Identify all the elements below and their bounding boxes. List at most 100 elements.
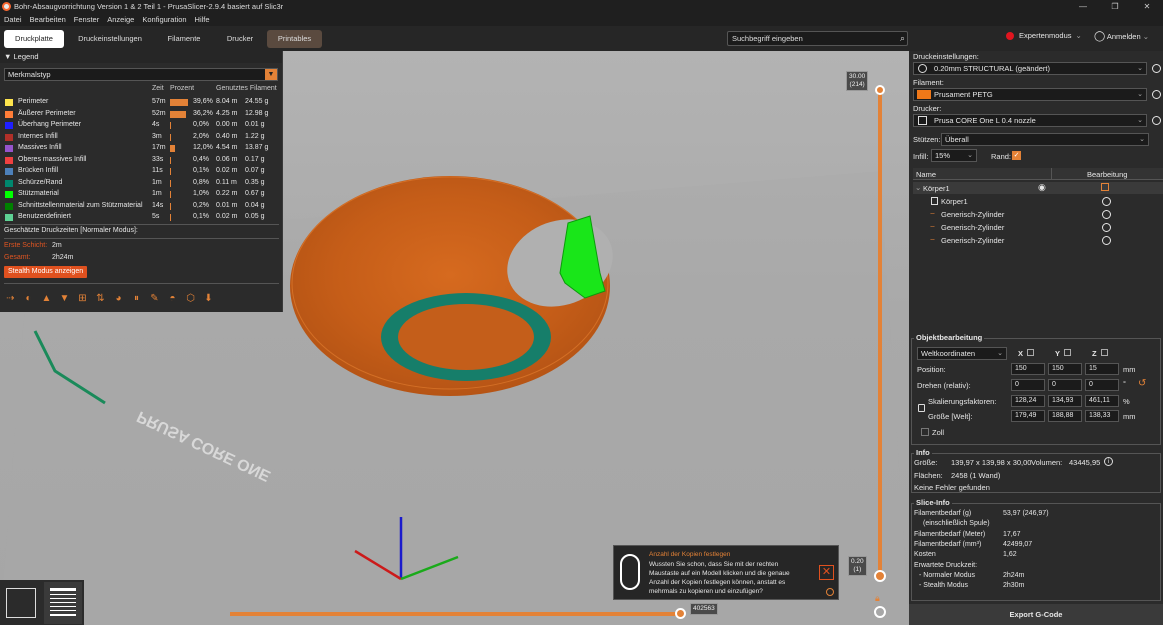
filament-color-swatch[interactable] <box>917 90 931 99</box>
rotate-y-input[interactable]: 0 <box>1048 379 1082 391</box>
print-settings-gear-icon[interactable] <box>1152 64 1161 73</box>
printer-select[interactable]: Prusa CORE One L 0.4 nozzle ⌄ <box>913 114 1147 127</box>
legend-row[interactable]: Massives Infill 17m 12,0% 4.54 m 13.87 g <box>0 143 283 154</box>
tool-marker-icon[interactable]: ⬇ <box>202 292 215 305</box>
hint-close-icon[interactable]: ✕ <box>819 565 834 580</box>
search-icon[interactable]: ⌕ <box>900 32 905 45</box>
modifier-row[interactable]: ⌣ Generisch-Zylinder <box>913 234 1163 247</box>
part-settings-icon[interactable] <box>1102 197 1111 206</box>
center-of-gravity-icon[interactable]: ◓ <box>166 292 179 305</box>
view-type-select[interactable]: Merkmalstyp ▼ <box>4 68 278 81</box>
mode-selector[interactable]: Expertenmodus ⌄ <box>1006 31 1082 40</box>
settings-gear-icon[interactable] <box>874 606 886 618</box>
layer-slider-top-thumb[interactable] <box>875 85 885 95</box>
legend-row[interactable]: Oberes massives Infill 33s 0,4% 0.06 m 0.17 … <box>0 155 283 166</box>
menu-anzeige[interactable]: Anzeige <box>107 15 134 24</box>
modifier-settings-icon[interactable] <box>1102 236 1111 245</box>
rotate-z-input[interactable]: 0 <box>1085 379 1119 391</box>
wipe-icon[interactable]: ◐ <box>22 292 35 305</box>
seams-icon[interactable]: ⊞ <box>76 292 89 305</box>
move-slider[interactable] <box>230 612 680 616</box>
first-layer-label: Erste Schicht: <box>4 242 48 249</box>
dropdown-arrow-icon[interactable]: ▼ <box>265 69 277 80</box>
3d-view-icon[interactable] <box>6 588 36 618</box>
move-slider-thumb[interactable] <box>675 608 686 619</box>
tab-filamente[interactable]: Filamente <box>158 30 210 48</box>
size-z-input[interactable]: 138,33 <box>1085 410 1119 422</box>
filament-gear-icon[interactable] <box>1152 90 1161 99</box>
position-y-input[interactable]: 150 <box>1048 363 1082 375</box>
deretraction-icon[interactable]: ▼ <box>58 292 71 305</box>
eye-icon[interactable]: ◉ <box>1038 182 1046 193</box>
legend-row[interactable]: Äußerer Perimeter 52m 36,2% 4.25 m 12.98 g <box>0 109 283 120</box>
printer-gear-icon[interactable] <box>1152 116 1161 125</box>
menu-hilfe[interactable]: Hilfe <box>195 15 210 24</box>
position-z-input[interactable]: 15 <box>1085 363 1119 375</box>
supports-select[interactable]: Überall ⌄ <box>941 133 1149 146</box>
scale-y-input[interactable]: 134,93 <box>1048 395 1082 407</box>
legend-row[interactable]: Überhang Perimeter 4s 0,0% 0.00 m 0.01 g <box>0 120 283 131</box>
rotate-x-input[interactable]: 0 <box>1011 379 1045 391</box>
menu-konfiguration[interactable]: Konfiguration <box>142 15 186 24</box>
infill-select[interactable]: 15% ⌄ <box>931 149 977 162</box>
stealth-mode-button[interactable]: Stealth Modus anzeigen <box>4 266 88 278</box>
menu-bearbeiten[interactable]: Bearbeiten <box>30 15 66 24</box>
custom-gcode-icon[interactable]: ✎ <box>148 292 161 305</box>
search-input[interactable]: Suchbegriff eingeben ⌕ <box>727 31 908 46</box>
maximize-button[interactable]: ❐ <box>1099 0 1131 13</box>
print-settings-select[interactable]: 0.20mm STRUCTURAL (geändert) ⌄ <box>913 62 1147 75</box>
hint-settings-icon[interactable] <box>826 588 834 596</box>
reset-rotation-icon[interactable]: ↺ <box>1138 378 1146 389</box>
size-y-input[interactable]: 188,88 <box>1048 410 1082 422</box>
tab-printables[interactable]: Printables <box>267 30 322 48</box>
minimize-button[interactable]: — <box>1067 0 1099 13</box>
legend-length: 0.11 m <box>216 178 237 186</box>
close-button[interactable]: ✕ <box>1131 0 1163 13</box>
hint-title[interactable]: Anzahl der Kopien festlegen <box>649 551 730 558</box>
legend-row[interactable]: Schürze/Rand 1m 0,8% 0.11 m 0.35 g <box>0 178 283 189</box>
lock-scale-icon[interactable] <box>918 404 925 412</box>
part-row[interactable]: Körper1 <box>913 195 1163 208</box>
tool-change-icon[interactable]: ⇅ <box>94 292 107 305</box>
menu-fenster[interactable]: Fenster <box>74 15 99 24</box>
layer-slider[interactable] <box>878 91 882 576</box>
legend-row[interactable]: Perimeter 57m 39,6% 8.04 m 24.55 g <box>0 97 283 108</box>
export-gcode-button[interactable]: Export G-Code <box>909 604 1163 625</box>
legend-row[interactable]: Schnittstellenmaterial zum Stützmaterial… <box>0 201 283 212</box>
retraction-icon[interactable]: ▲ <box>40 292 53 305</box>
edit-icon[interactable] <box>1101 183 1109 191</box>
modifier-row[interactable]: ⌣ Generisch-Zylinder <box>913 221 1163 234</box>
tab-drucker[interactable]: Drucker <box>219 30 261 48</box>
modifier-row[interactable]: ⌣ Generisch-Zylinder <box>913 208 1163 221</box>
modifier-settings-icon[interactable] <box>1102 210 1111 219</box>
pause-icon[interactable]: ⏸ <box>130 292 143 305</box>
coordinates-select[interactable]: Weltkoordinaten ⌄ <box>917 347 1007 360</box>
size-x-input[interactable]: 179,49 <box>1011 410 1045 422</box>
lock-icon[interactable]: 🔒︎ <box>875 593 880 604</box>
tab-druckeinstellungen[interactable]: Druckeinstellungen <box>72 30 148 48</box>
legend-row[interactable]: Internes Infill 3m 2,0% 0.40 m 1.22 g <box>0 132 283 143</box>
object-row[interactable]: ⌄ Körper1 ◉ <box>913 182 1163 194</box>
shells-icon[interactable]: ⬡ <box>184 292 197 305</box>
color-change-icon[interactable]: ◕ <box>112 292 125 305</box>
travel-icon[interactable]: ⇢ <box>4 292 17 305</box>
modifier-settings-icon[interactable] <box>1102 223 1111 232</box>
mode-label: Expertenmodus <box>1019 31 1072 40</box>
scale-z-input[interactable]: 461,11 <box>1085 395 1119 407</box>
legend-row[interactable]: Benutzerdefiniert 5s 0,1% 0.02 m 0.05 g <box>0 212 283 223</box>
position-x-input[interactable]: 150 <box>1011 363 1045 375</box>
brim-checkbox[interactable]: ✓ <box>1012 151 1021 160</box>
filament-select[interactable]: Prusament PETG ⌄ <box>913 88 1147 101</box>
legend-header[interactable]: ▼ Legend <box>0 51 282 63</box>
inch-checkbox[interactable] <box>921 428 929 436</box>
legend-row[interactable]: Stützmaterial 1m 1,0% 0.22 m 0.67 g <box>0 189 283 200</box>
info-icon[interactable]: i <box>1104 457 1113 466</box>
login-button[interactable]: ◯ Anmelden ⌄ <box>1094 31 1149 42</box>
collapse-icon[interactable]: ⌄ <box>915 183 921 192</box>
legend-row[interactable]: Brücken Infill 11s 0,1% 0.02 m 0.07 g <box>0 166 283 177</box>
tab-druckplatte[interactable]: Druckplatte <box>4 30 64 48</box>
menu-datei[interactable]: Datei <box>4 15 22 24</box>
layer-slider-bottom-thumb[interactable] <box>874 570 886 582</box>
scale-x-input[interactable]: 128,24 <box>1011 395 1045 407</box>
preview-view-button[interactable] <box>44 582 82 624</box>
